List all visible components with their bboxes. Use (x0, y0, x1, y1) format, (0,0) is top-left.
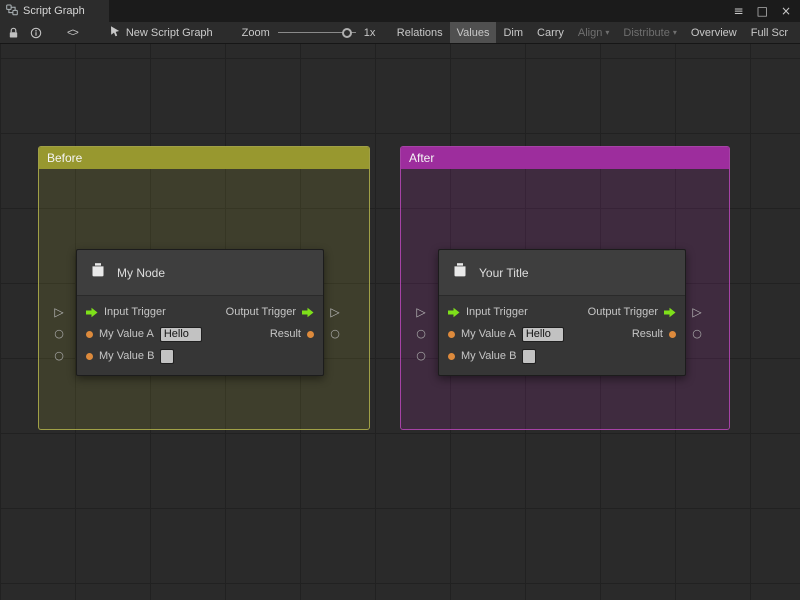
value-a-field[interactable] (522, 327, 564, 342)
lock-icon[interactable] (5, 22, 21, 44)
node-title: Your Title (479, 266, 529, 280)
group-after-header[interactable]: After (401, 147, 729, 169)
node-body: Input Trigger Output Trigger My Valu (77, 296, 323, 375)
close-icon[interactable]: × (781, 5, 791, 17)
value-b-label: My Value B (99, 350, 154, 362)
overview-button[interactable]: Overview (684, 22, 744, 44)
result-label: Result (632, 328, 663, 340)
value-a-label: My Value A (461, 328, 516, 340)
unit-icon (450, 260, 470, 285)
node-header[interactable]: My Node (77, 250, 323, 296)
distribute-button[interactable]: Distribute ▾ (616, 22, 683, 44)
unit-icon (88, 260, 108, 285)
value-input-port[interactable] (86, 331, 93, 338)
graph-asset-selector[interactable]: New Script Graph (109, 25, 213, 40)
external-value-input-port[interactable]: ○ (415, 326, 427, 342)
node-my-node[interactable]: My Node Input Trigger Output Trigger (76, 249, 324, 376)
toolbar: <> New Script Graph Zoom 1x Relations Va… (0, 22, 800, 44)
graph-pointer-icon (109, 25, 121, 40)
node-your-title[interactable]: Your Title Input Trigger Output Trigger (438, 249, 686, 376)
output-trigger-label: Output Trigger (588, 306, 658, 318)
tab-script-graph[interactable]: Script Graph (0, 0, 109, 22)
flow-output-port[interactable] (664, 307, 676, 318)
port-row-value-a: My Value A Result (439, 323, 685, 345)
value-output-port[interactable] (669, 331, 676, 338)
external-value-output-port[interactable]: ○ (691, 326, 703, 342)
value-a-label: My Value A (99, 328, 154, 340)
carry-button[interactable]: Carry (530, 22, 571, 44)
zoom-slider-knob[interactable] (342, 28, 352, 38)
flow-input-port[interactable] (448, 307, 460, 318)
zoom-slider[interactable] (278, 22, 356, 44)
value-input-port[interactable] (448, 331, 455, 338)
external-flow-output-port[interactable]: ▷ (329, 304, 341, 320)
external-flow-output-port[interactable]: ▷ (691, 304, 703, 320)
input-trigger-label: Input Trigger (466, 306, 528, 318)
zoom-value: 1x (364, 27, 376, 39)
flow-output-port[interactable] (302, 307, 314, 318)
result-label: Result (270, 328, 301, 340)
window-controls: ≡ □ × (734, 0, 800, 22)
titlebar: Script Graph ≡ □ × (0, 0, 800, 22)
node-body: Input Trigger Output Trigger My Valu (439, 296, 685, 375)
script-graph-icon (6, 4, 18, 19)
group-title: After (409, 151, 434, 165)
port-row-triggers: Input Trigger Output Trigger (77, 301, 323, 323)
relations-button[interactable]: Relations (390, 22, 450, 44)
value-b-label: My Value B (461, 350, 516, 362)
distribute-label: Distribute (623, 27, 669, 39)
align-button[interactable]: Align ▾ (571, 22, 616, 44)
maximize-icon[interactable]: □ (757, 5, 768, 17)
value-input-port[interactable] (448, 353, 455, 360)
script-graph-window: Script Graph ≡ □ × <> (0, 0, 800, 600)
zoom-label: Zoom (242, 27, 270, 39)
value-a-field[interactable] (160, 327, 202, 342)
port-row-value-b: My Value B (439, 345, 685, 367)
group-before-header[interactable]: Before (39, 147, 369, 169)
external-value-input-port[interactable]: ○ (53, 348, 65, 364)
external-flow-input-port[interactable]: ▷ (53, 304, 65, 320)
values-button[interactable]: Values (450, 22, 497, 44)
info-icon[interactable] (28, 22, 44, 44)
toolbar-buttons: Relations Values Dim Carry Align ▾ Distr… (390, 22, 795, 44)
port-row-triggers: Input Trigger Output Trigger (439, 301, 685, 323)
group-title: Before (47, 151, 82, 165)
external-value-input-port[interactable]: ○ (415, 348, 427, 364)
external-flow-input-port[interactable]: ▷ (415, 304, 427, 320)
value-output-port[interactable] (307, 331, 314, 338)
fullscreen-button[interactable]: Full Scr (744, 22, 795, 44)
node-header[interactable]: Your Title (439, 250, 685, 296)
graph-name-label: New Script Graph (126, 27, 213, 39)
group-before[interactable]: Before My Node (38, 146, 370, 430)
flow-input-port[interactable] (86, 307, 98, 318)
external-value-input-port[interactable]: ○ (53, 326, 65, 342)
value-input-port[interactable] (86, 353, 93, 360)
output-trigger-label: Output Trigger (226, 306, 296, 318)
graph-canvas[interactable]: Before My Node (0, 44, 800, 600)
port-row-value-b: My Value B (77, 345, 323, 367)
input-trigger-label: Input Trigger (104, 306, 166, 318)
external-value-output-port[interactable]: ○ (329, 326, 341, 342)
align-label: Align (578, 27, 602, 39)
dim-button[interactable]: Dim (496, 22, 530, 44)
window-menu-icon[interactable]: ≡ (734, 5, 744, 17)
group-after[interactable]: After Your Title (400, 146, 730, 430)
value-b-field[interactable] (160, 349, 174, 364)
code-icon[interactable]: <> (67, 22, 78, 44)
chevron-down-icon: ▾ (673, 28, 677, 37)
value-b-field[interactable] (522, 349, 536, 364)
chevron-down-icon: ▾ (605, 28, 609, 37)
tab-label: Script Graph (23, 5, 85, 17)
port-row-value-a: My Value A Result (77, 323, 323, 345)
node-title: My Node (117, 266, 165, 280)
